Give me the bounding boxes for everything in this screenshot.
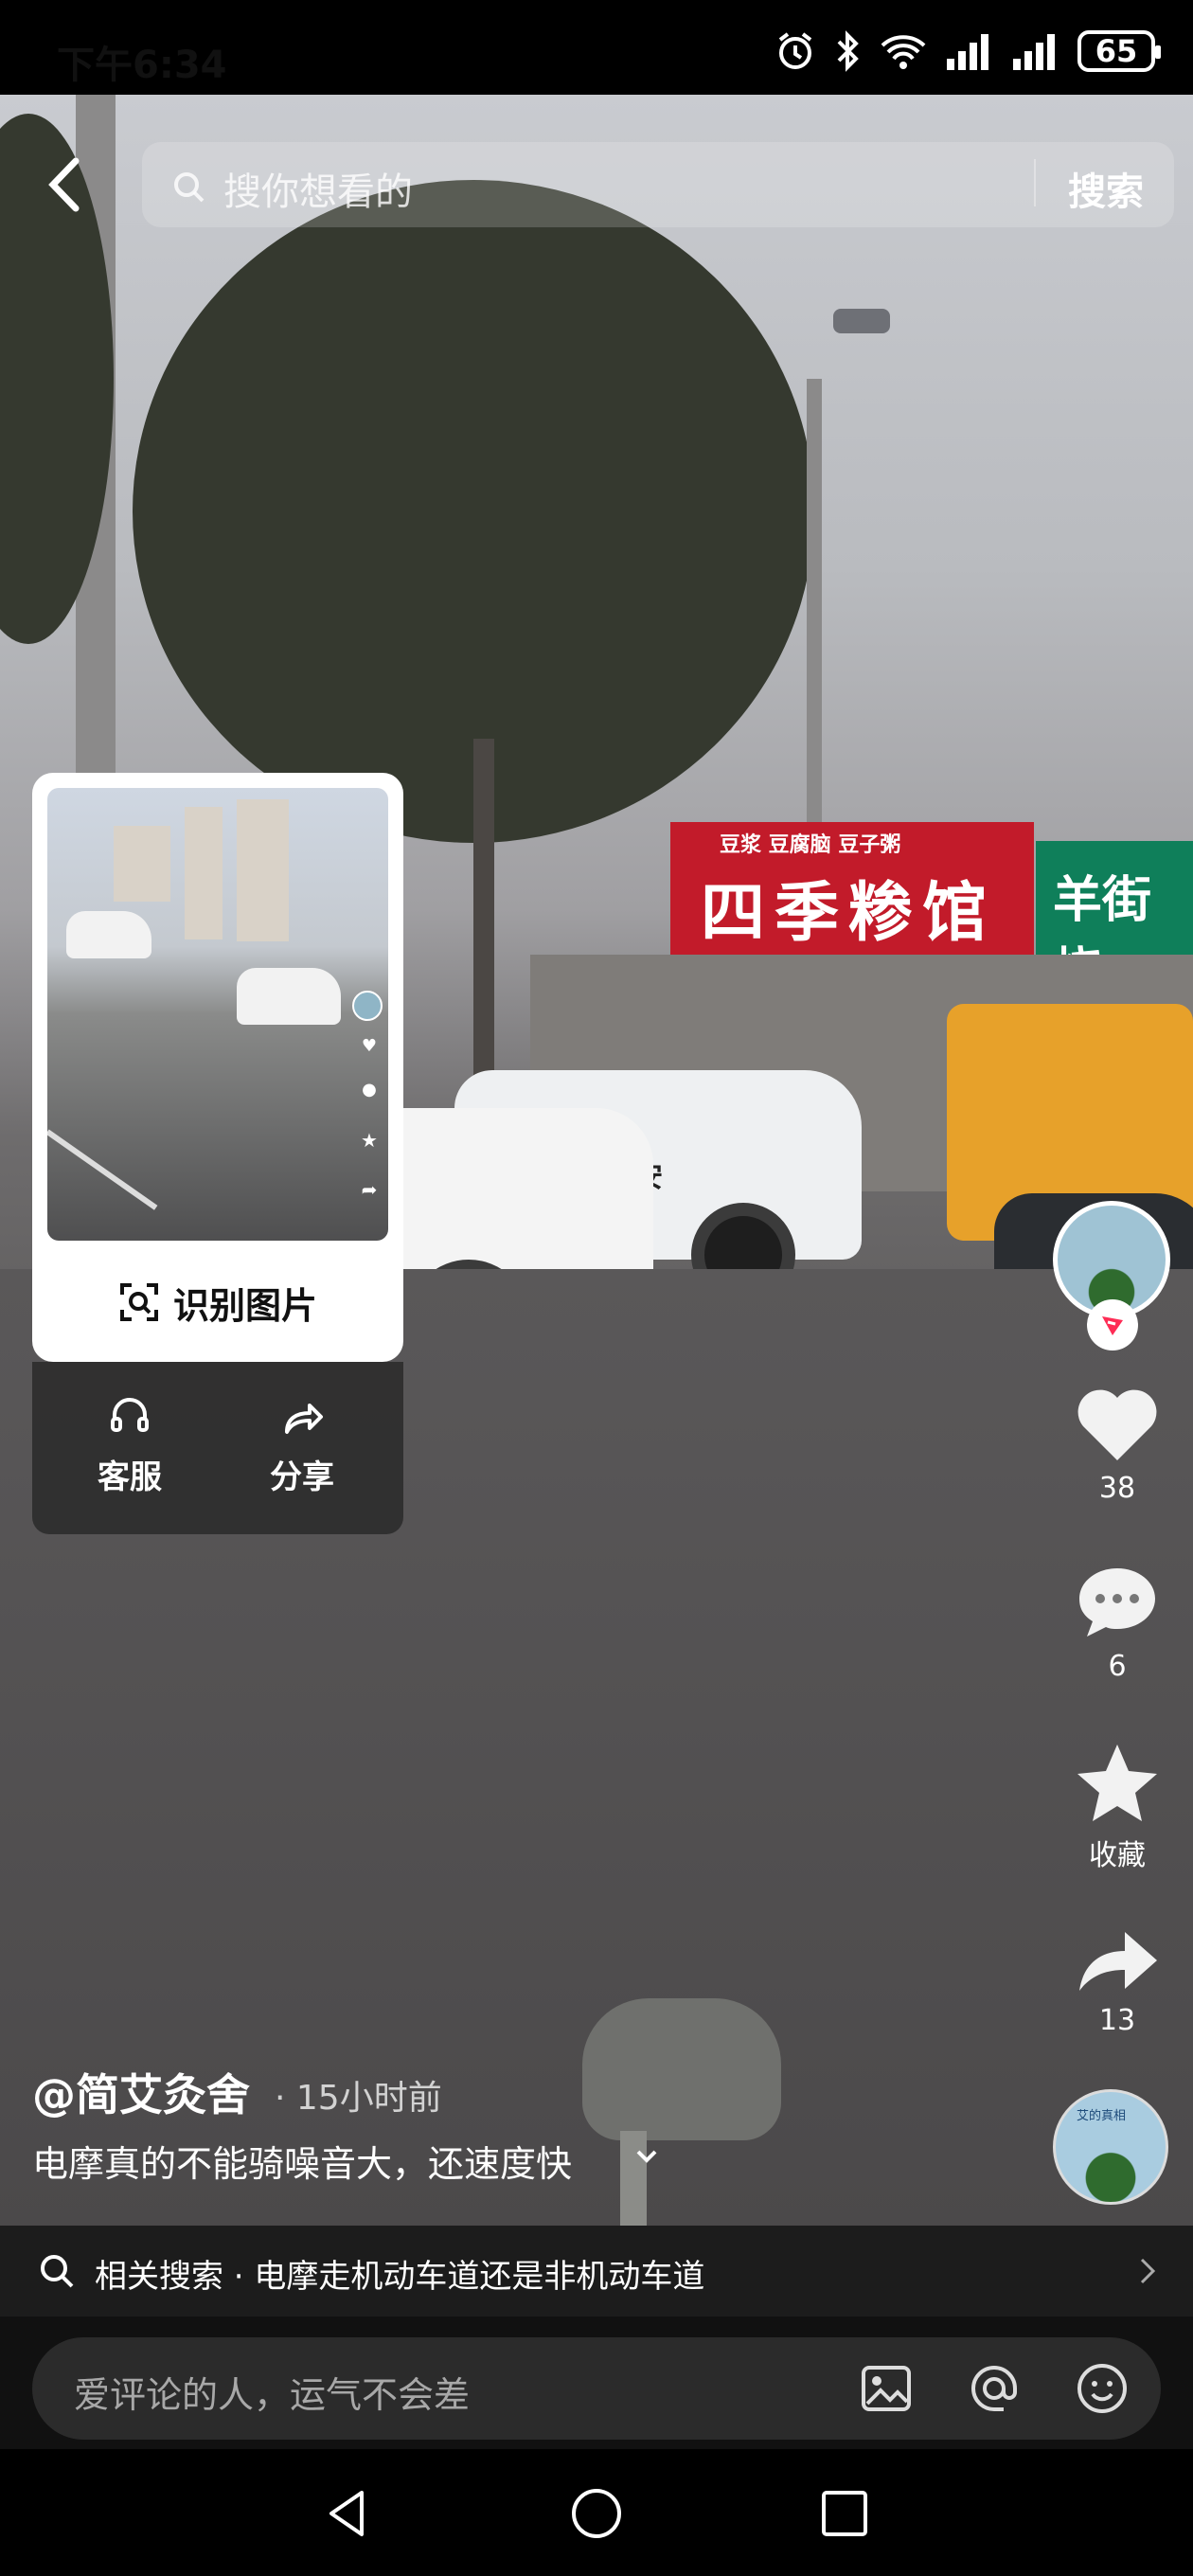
signal-icon-2	[1013, 34, 1055, 70]
search-icon-related	[41, 2255, 74, 2288]
follow-button[interactable]	[1087, 1299, 1138, 1351]
video-page: 豆浆 豆腐脑 豆子粥 四季糁馆 羊街烧 公安 下午6:34 65 搜你想看的 搜…	[0, 0, 1193, 2576]
thumb-star-icon: ★	[361, 1129, 378, 1152]
nav-back-icon[interactable]	[320, 2485, 377, 2542]
music-disc-text: 艾的真相	[1077, 2109, 1127, 2123]
follow-arrow-icon	[1102, 1316, 1123, 1335]
share-arrow-icon	[1079, 1932, 1157, 1991]
shop-sign-subtext: 豆浆 豆腐脑 豆子粥	[720, 832, 901, 857]
share-label: 分享	[270, 1458, 334, 1496]
comment-button[interactable]: 6	[1060, 1563, 1174, 1683]
favorite-label: 收藏	[1089, 1839, 1146, 1872]
comment-placeholder[interactable]: 爱评论的人，运气不会差	[74, 2366, 470, 2418]
status-icons: 65	[775, 23, 1161, 80]
like-count: 38	[1098, 1472, 1136, 1505]
wifi-icon	[881, 35, 926, 69]
search-icon	[174, 172, 205, 203]
mention-icon[interactable]	[966, 2360, 1023, 2417]
battery-level: 65	[1095, 33, 1138, 69]
status-bar: 下午6:34 65	[0, 0, 1193, 95]
thumb-building-3	[237, 799, 289, 941]
scan-icon	[119, 1283, 158, 1321]
scooter-seat	[582, 1998, 781, 2140]
thumb-van	[66, 911, 151, 958]
star-icon	[1077, 1744, 1157, 1821]
screenshot-thumbnail[interactable]: ♥ ● ★ ➦	[47, 788, 388, 1241]
identify-image-label: 识别图片	[172, 1284, 317, 1327]
identify-image-button[interactable]: 识别图片	[32, 1260, 403, 1345]
battery-indicator: 65	[1077, 30, 1161, 72]
author-name[interactable]: @简艾灸舍	[32, 2061, 250, 2123]
share-count: 13	[1098, 2004, 1136, 2037]
back-icon[interactable]	[38, 152, 95, 218]
status-time: 下午6:34	[57, 44, 227, 87]
search-divider	[1034, 159, 1036, 206]
customer-service-label: 客服	[98, 1458, 162, 1496]
thumb-comment-icon: ●	[362, 1080, 377, 1100]
favorite-button[interactable]: 收藏	[1060, 1741, 1174, 1873]
post-caption[interactable]: 电摩真的不能骑噪音大，还速度快	[32, 2135, 572, 2187]
thumb-share-icon: ➦	[361, 1178, 378, 1201]
search-placeholder[interactable]: 搜你想看的	[223, 161, 413, 216]
thumb-heart-icon: ♥	[361, 1036, 378, 1056]
image-icon[interactable]	[858, 2360, 915, 2417]
comment-count: 6	[1108, 1650, 1127, 1683]
bluetooth-icon	[837, 30, 859, 72]
customer-service-button[interactable]: 客服	[59, 1394, 201, 1497]
thumb-building	[114, 826, 170, 902]
like-button[interactable]: 38	[1060, 1385, 1174, 1505]
alarm-icon	[778, 32, 812, 69]
chevron-down-icon[interactable]	[632, 2142, 661, 2171]
search-button[interactable]: 搜索	[1068, 161, 1144, 216]
comment-icon	[1079, 1568, 1155, 1637]
thumb-car	[237, 968, 341, 1025]
shop-sign-text: 四季糁馆	[701, 875, 997, 951]
nav-home-icon[interactable]	[568, 2485, 625, 2542]
thumb-road-line	[47, 1129, 158, 1210]
music-disc[interactable]: 艾的真相	[1053, 2089, 1168, 2205]
share-button[interactable]: 13	[1060, 1917, 1174, 2037]
nav-recents-icon[interactable]	[816, 2485, 873, 2542]
thumb-building-2	[185, 807, 223, 939]
related-search-text[interactable]: 相关搜索 · 电摩走机动车道还是非机动车道	[95, 2250, 704, 2297]
post-time: · 15小时前	[275, 2079, 442, 2118]
signal-icon	[947, 34, 988, 70]
thumb-avatar	[352, 991, 383, 1021]
chevron-right-icon[interactable]	[1136, 2256, 1159, 2286]
emoji-icon[interactable]	[1074, 2360, 1131, 2417]
heart-icon	[1077, 1389, 1157, 1460]
share-button-popup[interactable]: 分享	[231, 1394, 373, 1497]
headset-icon	[111, 1398, 149, 1432]
street-lamp-head	[833, 309, 890, 333]
share-icon	[285, 1404, 323, 1434]
